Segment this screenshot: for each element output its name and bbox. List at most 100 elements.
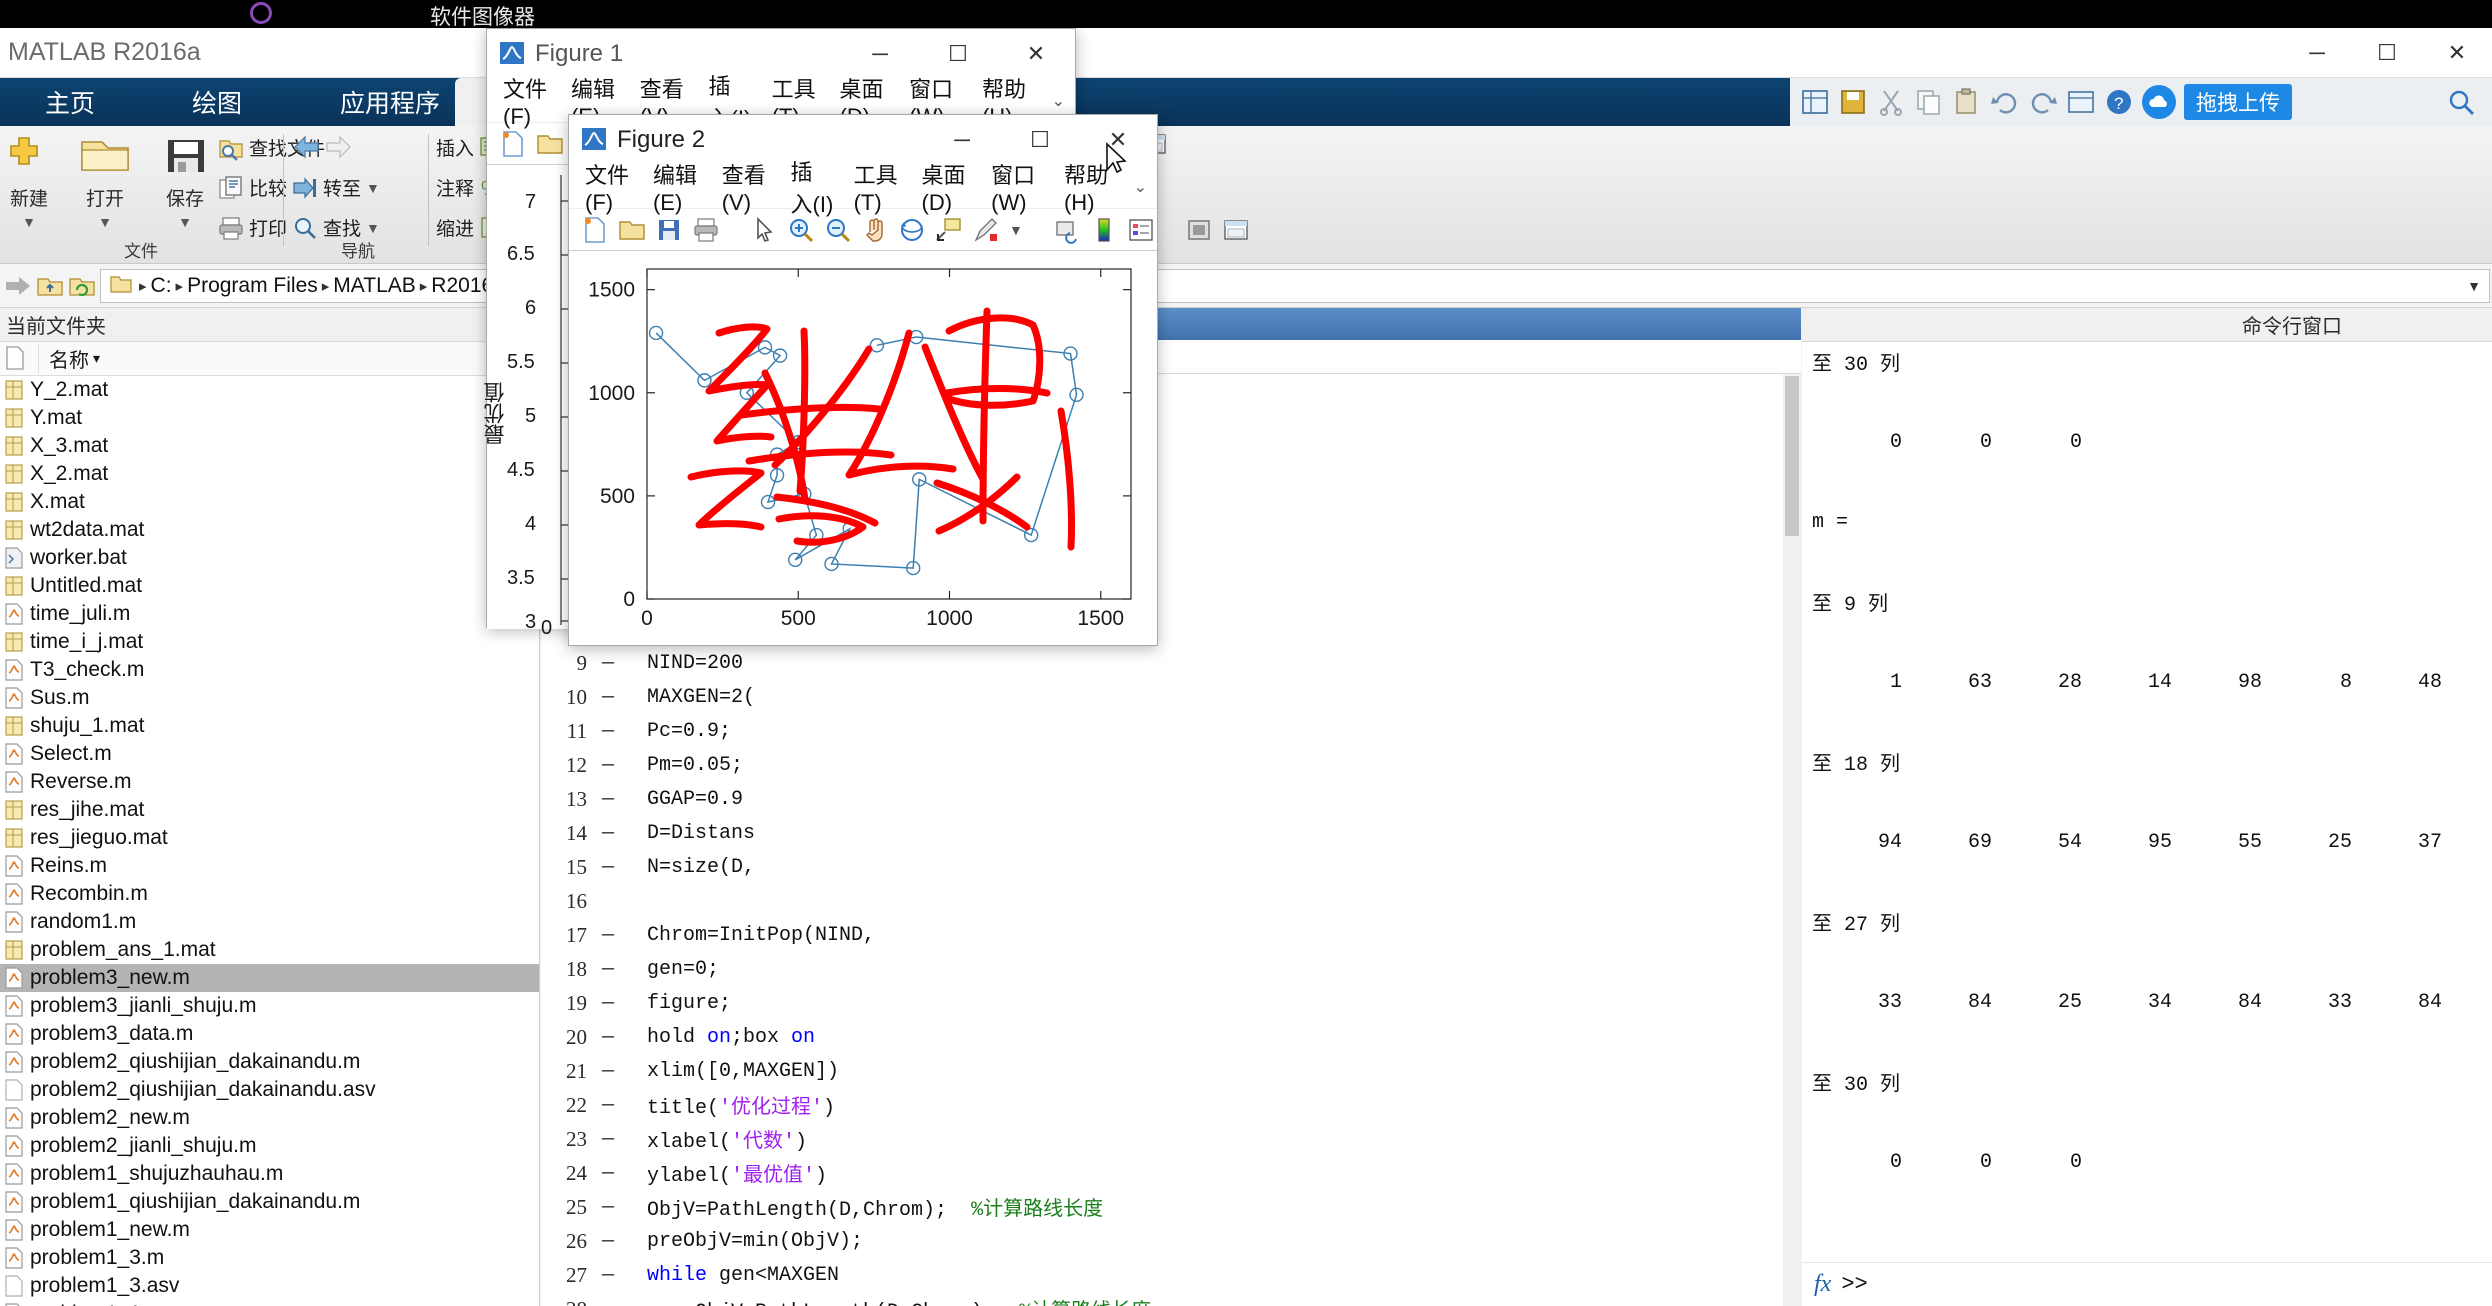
file-list-item[interactable]: T3_check.m xyxy=(0,656,539,684)
brush-icon[interactable] xyxy=(972,216,1000,244)
file-list-item[interactable]: time_i_j.mat xyxy=(0,628,539,656)
goto-caret-icon[interactable]: ▼ xyxy=(366,181,380,195)
zoom-in-icon[interactable] xyxy=(787,216,815,244)
file-list-item[interactable]: Recombin.m xyxy=(0,880,539,908)
breadcrumb-item-1[interactable]: Program Files xyxy=(187,274,318,298)
nav-arrows[interactable] xyxy=(292,134,351,160)
file-list-item[interactable]: X.mat xyxy=(0,488,539,516)
file-list-item[interactable]: wt2data.mat xyxy=(0,516,539,544)
figure1-menu-overflow-icon[interactable]: ⌄ xyxy=(1052,91,1065,111)
editor-code-line[interactable]: 12 — Pm=0.05; xyxy=(541,748,1801,782)
undo-icon[interactable] xyxy=(1990,87,2020,117)
editor-code-line[interactable]: 21 — xlim([0,MAXGEN]) xyxy=(541,1054,1801,1088)
fx-prompt-icon[interactable]: fx xyxy=(1814,1271,1831,1298)
cut-icon[interactable] xyxy=(1876,87,1906,117)
forward-arrow-icon[interactable] xyxy=(323,134,351,160)
copy-icon[interactable] xyxy=(1914,87,1944,117)
path-dropdown-icon[interactable]: ▼ xyxy=(2467,278,2481,294)
editor-code-line[interactable]: 22 — title('优化过程') xyxy=(541,1088,1801,1122)
cloud-upload-icon[interactable] xyxy=(2142,85,2176,119)
command-window-output[interactable]: 至 30 列 000 m = 至 9 列 16328149884879100 至 18 列… xyxy=(1802,342,2492,1306)
save-file-button[interactable]: 保存 ▼ xyxy=(148,130,222,232)
editor-scrollbar[interactable] xyxy=(1783,374,1801,1306)
file-list-item[interactable]: problem1_new.m xyxy=(0,1216,539,1244)
figure2-menu-overflow-icon[interactable]: ⌄ xyxy=(1134,177,1147,197)
editor-code-line[interactable]: 25 — ObjV=PathLength(D,Chrom); %计算路线长度 xyxy=(541,1190,1801,1224)
hide-plot-tools-icon[interactable] xyxy=(1185,216,1213,244)
window-layout-icon[interactable] xyxy=(2066,87,2096,117)
file-list-item[interactable]: res_jieguo.mat xyxy=(0,824,539,852)
maximize-button[interactable]: ☐ xyxy=(2352,28,2422,78)
editor-code-line[interactable]: 24 — ylabel('最优值') xyxy=(541,1156,1801,1190)
file-list-item[interactable]: Y_2.mat xyxy=(0,376,539,404)
file-list-item[interactable]: problem2_new.m xyxy=(0,1104,539,1132)
file-list-item[interactable]: problem1_shujuzhauhau.m xyxy=(0,1160,539,1188)
link-plot-icon[interactable] xyxy=(1053,216,1081,244)
figure2-menu-view[interactable]: 查看(V) xyxy=(722,158,771,216)
editor-code-line[interactable]: 16 xyxy=(541,884,1801,918)
editor-code-line[interactable]: 18 — gen=0; xyxy=(541,952,1801,986)
new-figure-icon[interactable] xyxy=(499,130,527,158)
path-input[interactable]: ▸ C: ▸ Program Files ▸ MATLAB ▸ R2016a ▸… xyxy=(100,268,2490,303)
file-list-item[interactable]: worker.bat xyxy=(0,544,539,572)
file-list-item[interactable]: problem2_jianli_shuju.m xyxy=(0,1132,539,1160)
redo-icon[interactable] xyxy=(2028,87,2058,117)
file-list-item[interactable]: res_jihe.mat xyxy=(0,796,539,824)
global-search-icon[interactable] xyxy=(2446,87,2476,117)
figure1-menu-file[interactable]: 文件(F) xyxy=(503,72,551,130)
minimize-button[interactable]: ─ xyxy=(2282,28,2352,78)
forward-arrow-icon[interactable] xyxy=(4,273,30,299)
pointer-icon[interactable] xyxy=(750,216,778,244)
figure2-menu-desktop[interactable]: 桌面(D) xyxy=(922,158,972,216)
editor-code-line[interactable]: 26 — preObjV=min(ObjV); xyxy=(541,1224,1801,1258)
figure2-menu-insert[interactable]: 插入(I) xyxy=(791,155,834,219)
open-file-caret-icon[interactable]: ▼ xyxy=(98,214,112,230)
new-file-caret-icon[interactable]: ▼ xyxy=(22,214,36,230)
new-figure-icon[interactable] xyxy=(581,216,609,244)
figure2-menu-edit[interactable]: 编辑(E) xyxy=(653,158,702,216)
editor-code-line[interactable]: 20 — hold on;box on xyxy=(541,1020,1801,1054)
tab-plots[interactable]: 绘图 xyxy=(143,78,291,126)
editor-scroll-thumb[interactable] xyxy=(1785,376,1799,536)
file-list-item[interactable]: random1.m xyxy=(0,908,539,936)
file-list-item[interactable]: Reins.m xyxy=(0,852,539,880)
command-prompt-row[interactable]: fx >> xyxy=(1802,1262,2492,1306)
breadcrumb-item-2[interactable]: MATLAB xyxy=(333,274,415,298)
editor-code-line[interactable]: 28 ObjV=PathLength(D,Chrom); %计算路线长度 xyxy=(541,1292,1801,1306)
back-arrow-icon[interactable] xyxy=(292,134,319,160)
file-list-item[interactable]: Reverse.m xyxy=(0,768,539,796)
file-list-item[interactable]: Sus.m xyxy=(0,684,539,712)
editor-code-line[interactable]: 14 — D=Distans xyxy=(541,816,1801,850)
save-file-caret-icon[interactable]: ▼ xyxy=(178,214,192,230)
open-icon[interactable] xyxy=(536,130,564,158)
file-list-item[interactable]: problem1_1.m xyxy=(0,1300,539,1306)
brush-caret-icon[interactable]: ▼ xyxy=(1009,223,1023,237)
figure2-menu-window[interactable]: 窗口(W) xyxy=(991,158,1044,216)
file-list-item[interactable]: time_juli.m xyxy=(0,600,539,628)
editor-code-line[interactable]: 23 — xlabel('代数') xyxy=(541,1122,1801,1156)
zoom-out-icon[interactable] xyxy=(824,216,852,244)
help-icon[interactable]: ? xyxy=(2104,87,2134,117)
file-list-item[interactable]: Y.mat xyxy=(0,404,539,432)
data-cursor-icon[interactable] xyxy=(935,216,963,244)
open-icon[interactable] xyxy=(618,216,646,244)
file-list-item[interactable]: shuju_1.mat xyxy=(0,712,539,740)
search-caret-icon[interactable]: ▼ xyxy=(366,221,380,235)
name-column-label[interactable]: 名称 xyxy=(38,344,89,373)
figure2-plot[interactable]: 0 500 1000 1500 0 500 1000 1500 xyxy=(569,251,1159,645)
sort-caret-icon[interactable]: ▾ xyxy=(93,350,100,367)
paste-icon[interactable] xyxy=(1952,87,1982,117)
editor-code-line[interactable]: 27 — while gen<MAXGEN xyxy=(541,1258,1801,1292)
file-list-item[interactable]: problem1_qiushijian_dakainandu.m xyxy=(0,1188,539,1216)
file-list-item[interactable]: Select.m xyxy=(0,740,539,768)
file-list-item[interactable]: problem1_3.asv xyxy=(0,1272,539,1300)
file-list[interactable]: Y_2.mat Y.mat X_3.mat X_2.mat X.mat wt2data.m… xyxy=(0,376,539,1306)
editor-code-line[interactable]: 19 — figure; xyxy=(541,986,1801,1020)
file-list-item[interactable]: problem3_new.m xyxy=(0,964,539,992)
close-button[interactable]: ✕ xyxy=(2422,28,2492,78)
rotate-3d-icon[interactable] xyxy=(898,216,926,244)
figure2-window[interactable]: Figure 2 ─ ☐ ✕ 文件(F) 编辑(E) 查看(V) 插入(I) 工… xyxy=(568,114,1248,646)
legend-icon[interactable] xyxy=(1127,216,1155,244)
refresh-folder-icon[interactable] xyxy=(68,273,95,299)
editor-code-line[interactable]: 11 — Pc=0.9; xyxy=(541,714,1801,748)
